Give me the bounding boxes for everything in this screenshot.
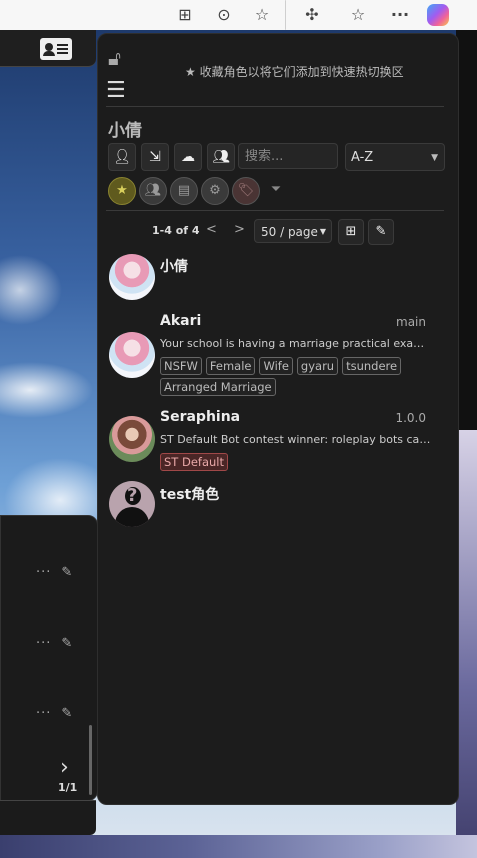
character-description: Your school is having a marriage practic… (160, 337, 432, 350)
page-indicator: 1/1 (58, 781, 78, 794)
page-size-value: 50 / page (261, 225, 318, 239)
favorites-list-icon[interactable]: ☆ (348, 5, 368, 25)
tags-icon: 🏷︎ (237, 183, 255, 198)
next-page-icon[interactable]: › (60, 755, 69, 780)
character-description: ST Default Bot contest winner: roleplay … (160, 433, 432, 446)
filter-groups-button[interactable]: 👥︎ (139, 177, 167, 205)
tag[interactable]: ST Default (160, 453, 228, 471)
file-import-icon: ⇲ (149, 149, 161, 165)
avatar[interactable] (109, 254, 155, 300)
group-users-icon: 👥︎ (212, 149, 230, 165)
more-options-icon[interactable]: ··· (36, 565, 51, 580)
background-edge-art (456, 430, 477, 858)
filter-folders-button[interactable]: ▤ (170, 177, 198, 205)
filter-tags-button[interactable]: 🏷︎ (232, 177, 260, 205)
chat-row[interactable]: ··· ✎ (36, 565, 72, 580)
chat-row[interactable]: ··· ✎ (36, 636, 72, 651)
menu-dots-icon[interactable]: ··· (390, 5, 410, 25)
character-name[interactable]: Akari (160, 313, 201, 329)
edit-pencil-icon[interactable]: ✎ (61, 636, 72, 651)
import-file-button[interactable]: ⇲ (141, 143, 169, 171)
copilot-icon[interactable] (427, 4, 449, 26)
character-name[interactable]: test角色 (160, 484, 219, 504)
edit-pencil-icon[interactable]: ✎ (61, 565, 72, 580)
tag-list: NSFW Female Wife gyaru tsundere Arranged… (160, 357, 440, 396)
cloud-download-icon: ☁︎ (181, 149, 195, 165)
tag[interactable]: Female (205, 357, 256, 375)
toolbar-divider (285, 0, 286, 30)
avatar[interactable] (109, 332, 155, 378)
chevron-down-icon: ▼ (431, 153, 438, 163)
tag-list: ST Default (160, 453, 440, 471)
chat-list-panel (0, 515, 98, 801)
tag[interactable]: tsundere (342, 357, 402, 375)
group-users-icon: 👥︎ (144, 183, 162, 198)
divider (106, 210, 444, 211)
page-size-select[interactable]: 50 / page ▼ (254, 219, 332, 243)
pagination-count: 1-4 of 4 (152, 224, 200, 237)
sort-selected-value: A-Z (351, 150, 374, 165)
edit-pencil-icon[interactable]: ✎ (61, 706, 72, 721)
folder-icon: ▤ (177, 183, 191, 198)
question-mark-icon: ? (127, 485, 138, 506)
filter-settings-button[interactable]: ⚙︎ (201, 177, 229, 205)
edit-icon: ✎ (375, 224, 387, 239)
filter-clear-icon: ⏷ (270, 182, 282, 197)
more-options-icon[interactable]: ··· (36, 636, 51, 651)
chat-input-area[interactable] (0, 800, 96, 835)
chevron-down-icon: ▼ (319, 227, 326, 236)
create-group-button[interactable]: 👥︎ (207, 143, 235, 171)
avatar[interactable]: ? (109, 481, 155, 527)
character-version: main (396, 315, 426, 329)
tag[interactable]: gyaru (296, 357, 339, 375)
tag[interactable]: Arranged Marriage (160, 378, 276, 396)
tag[interactable]: Wife (259, 357, 293, 375)
persona-card-icon[interactable] (40, 38, 72, 60)
gear-icon: ⚙︎ (209, 183, 221, 198)
bulk-edit-button[interactable]: ✎ (368, 219, 394, 245)
background-bottom-strip (0, 835, 477, 858)
app-available-icon[interactable]: ⊞ (175, 5, 195, 25)
chat-row[interactable]: ··· ✎ (36, 706, 72, 721)
character-name[interactable]: 小倩 (160, 256, 188, 276)
favorite-star-icon[interactable]: ☆ (252, 5, 272, 25)
add-user-icon: 👤︎ (113, 149, 131, 165)
filter-favorites-button[interactable]: ★ (108, 177, 136, 205)
clear-filters-button[interactable]: ⏷ (263, 177, 289, 203)
favorites-hint: ★ 收藏角色以将它们添加到快速热切换区 (185, 65, 404, 79)
sort-select[interactable]: A-Z ▼ (345, 143, 445, 171)
unlock-icon[interactable]: 🔓︎ (108, 46, 121, 70)
character-version: 1.0.0 (395, 411, 426, 425)
star-icon: ★ (116, 183, 128, 198)
tag[interactable]: NSFW (160, 357, 202, 375)
grid-view-button[interactable]: ⊞ (338, 219, 364, 245)
divider (106, 106, 444, 107)
character-search-input[interactable]: 搜索... (238, 143, 338, 169)
extensions-icon[interactable]: ✣ (302, 5, 322, 25)
avatar[interactable] (109, 416, 155, 462)
create-character-button[interactable]: 👤︎ (108, 143, 136, 171)
prev-page-button[interactable]: < (206, 222, 217, 237)
more-options-icon[interactable]: ··· (36, 706, 51, 721)
character-list-icon[interactable]: ☰ (106, 78, 126, 103)
background-edge (456, 30, 477, 430)
panel-title: 小倩 (108, 121, 142, 141)
browser-toolbar: ⊞ ⊙ ☆ ✣ ☆ ··· (0, 0, 477, 31)
character-name[interactable]: Seraphina (160, 409, 240, 425)
grid-icon: ⊞ (345, 224, 357, 239)
more-tools-icon[interactable]: ⊙ (214, 5, 234, 25)
scrollbar[interactable] (89, 725, 92, 795)
external-import-button[interactable]: ☁︎ (174, 143, 202, 171)
next-page-button[interactable]: > (234, 222, 245, 237)
